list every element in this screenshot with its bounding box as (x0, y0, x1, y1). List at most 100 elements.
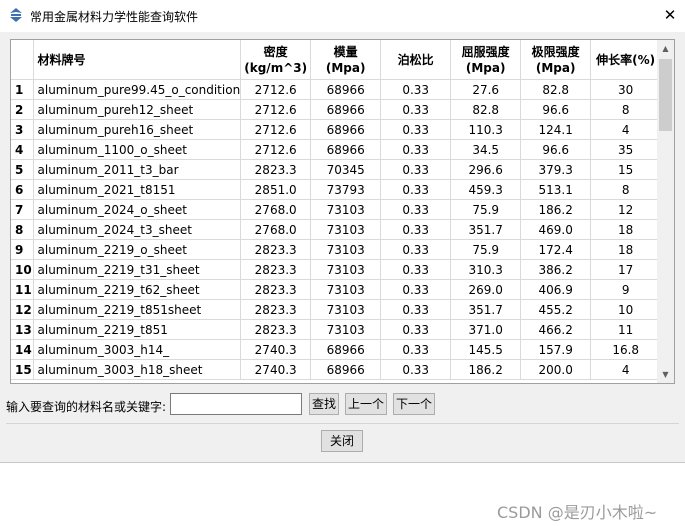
table-cell: aluminum_1100_o_sheet (33, 139, 242, 160)
table-cell: 12 (590, 199, 662, 220)
table-cell: 35 (590, 139, 662, 160)
column-header[interactable]: 泊松比 (380, 40, 452, 80)
table-cell: 18 (590, 219, 662, 240)
row-number: 10 (11, 259, 34, 280)
table-cell: 2851.0 (240, 179, 312, 200)
table-cell: 0.33 (380, 299, 452, 320)
table-row[interactable]: 7 aluminum_2024_o_sheet 2768.0 73103 0.33 75.… (11, 199, 662, 220)
scroll-down-arrow-icon[interactable]: ▼ (657, 366, 674, 383)
table-cell: 0.33 (380, 159, 452, 180)
table-cell: aluminum_2021_t8151 (33, 179, 242, 200)
table-cell: 0.33 (380, 279, 452, 300)
table-row[interactable]: 3 aluminum_pureh16_sheet 2712.6 68966 0.33 11… (11, 119, 662, 140)
table-cell: aluminum_2219_t62_sheet (33, 279, 242, 300)
table-cell: 2823.3 (240, 239, 312, 260)
table-row[interactable]: 4 aluminum_1100_o_sheet 2712.6 68966 0.33 34.… (11, 139, 662, 160)
column-header[interactable]: 极限强度 (Mpa) (520, 40, 592, 80)
materials-table[interactable]: 材料牌号 密度 (kg/m^3) 模量 (Mpa) 泊松比 屈服强度 (Mpa) 极限强度 (Mp… (10, 39, 675, 384)
table-cell: 172.4 (520, 239, 592, 260)
table-cell: aluminum_pureh16_sheet (33, 119, 242, 140)
table-cell: 82.8 (450, 99, 522, 120)
row-number: 8 (11, 219, 34, 240)
table-cell: 2823.3 (240, 299, 312, 320)
prev-button[interactable]: 上一个 (345, 393, 387, 415)
table-cell: 73103 (310, 319, 382, 340)
scroll-up-arrow-icon[interactable]: ▲ (657, 40, 674, 57)
column-header[interactable]: 屈服强度 (Mpa) (450, 40, 522, 80)
table-cell: 2712.6 (240, 119, 312, 140)
table-cell: 73103 (310, 199, 382, 220)
row-number: 12 (11, 299, 34, 320)
find-button[interactable]: 查找 (309, 393, 339, 415)
table-row[interactable]: 6 aluminum_2021_t8151 2851.0 73793 0.33 459.3… (11, 179, 662, 200)
table-cell: 4 (590, 119, 662, 140)
scroll-thumb[interactable] (659, 59, 672, 131)
table-cell: 34.5 (450, 139, 522, 160)
table-cell: 73103 (310, 219, 382, 240)
table-cell: 0.33 (380, 79, 452, 100)
table-cell: 110.3 (450, 119, 522, 140)
table-cell: 0.33 (380, 119, 452, 140)
table-row[interactable]: 14 aluminum_3003_h14_ 2740.3 68966 0.33 145.5… (11, 339, 662, 360)
column-header[interactable] (11, 40, 34, 80)
close-button[interactable]: 关闭 (321, 430, 363, 452)
table-cell: 27.6 (450, 79, 522, 100)
watermark: CSDN @是刃小木啦~ (497, 503, 658, 522)
column-header[interactable]: 模量 (Mpa) (310, 40, 382, 80)
table-row[interactable]: 10 aluminum_2219_t31_sheet 2823.3 73103 0.33… (11, 259, 662, 280)
vertical-scrollbar[interactable]: ▲ ▼ (657, 40, 674, 383)
table-cell: aluminum_3003_h18_sheet (33, 359, 242, 380)
table-cell: 0.33 (380, 99, 452, 120)
table-cell: 8 (590, 99, 662, 120)
table-cell: 379.3 (520, 159, 592, 180)
next-button[interactable]: 下一个 (393, 393, 435, 415)
table-cell: 513.1 (520, 179, 592, 200)
table-cell: 17 (590, 259, 662, 280)
table-cell: 73103 (310, 299, 382, 320)
table-row[interactable]: 12 aluminum_2219_t851sheet 2823.3 73103 0.33… (11, 299, 662, 320)
row-number: 6 (11, 179, 34, 200)
table-cell: 0.33 (380, 239, 452, 260)
table-row[interactable]: 15 aluminum_3003_h18_sheet 2740.3 68966 0.33… (11, 359, 662, 380)
table-cell: 269.0 (450, 279, 522, 300)
table-cell: 2740.3 (240, 359, 312, 380)
table-cell: 2823.3 (240, 259, 312, 280)
table-cell: 82.8 (520, 79, 592, 100)
column-header[interactable]: 密度 (kg/m^3) (240, 40, 312, 80)
table-cell: 186.2 (450, 359, 522, 380)
table-row[interactable]: 11 aluminum_2219_t62_sheet 2823.3 73103 0.33… (11, 279, 662, 300)
materials-grid: 材料牌号 密度 (kg/m^3) 模量 (Mpa) 泊松比 屈服强度 (Mpa) 极限强度 (Mp… (11, 40, 662, 380)
table-cell: aluminum_2219_t31_sheet (33, 259, 242, 280)
table-cell: 351.7 (450, 219, 522, 240)
title-bar: 常用金属材料力学性能查询软件 ✕ (0, 0, 685, 32)
table-cell: 124.1 (520, 119, 592, 140)
table-row[interactable]: 9 aluminum_2219_o_sheet 2823.3 73103 0.33 75.… (11, 239, 662, 260)
row-number: 13 (11, 319, 34, 340)
table-cell: 310.3 (450, 259, 522, 280)
table-cell: 296.6 (450, 159, 522, 180)
column-header[interactable]: 材料牌号 (33, 40, 242, 80)
table-row[interactable]: 1 aluminum_pure99.45_o_condition 2712.6 689… (11, 79, 662, 100)
table-row[interactable]: 2 aluminum_pureh12_sheet 2712.6 68966 0.33 82… (11, 99, 662, 120)
table-row[interactable]: 8 aluminum_2024_t3_sheet 2768.0 73103 0.33 35… (11, 219, 662, 240)
table-row[interactable]: 5 aluminum_2011_t3_bar 2823.3 70345 0.33 296.… (11, 159, 662, 180)
close-icon[interactable]: ✕ (655, 0, 685, 30)
table-cell: 455.2 (520, 299, 592, 320)
table-cell: 2712.6 (240, 79, 312, 100)
table-cell: 4 (590, 359, 662, 380)
table-cell: 73103 (310, 259, 382, 280)
table-cell: 0.33 (380, 219, 452, 240)
search-input[interactable] (170, 393, 302, 415)
table-cell: 466.2 (520, 319, 592, 340)
row-number: 15 (11, 359, 34, 380)
table-cell: 68966 (310, 79, 382, 100)
table-cell: 16.8 (590, 339, 662, 360)
app-window: 常用金属材料力学性能查询软件 ✕ 材料牌号 密度 (kg/m^3) 模量 (Mpa) 泊松… (0, 0, 685, 463)
table-cell: 2823.3 (240, 159, 312, 180)
table-cell: 2823.3 (240, 319, 312, 340)
table-row[interactable]: 13 aluminum_2219_t851 2823.3 73103 0.33 371.0… (11, 319, 662, 340)
column-header[interactable]: 伸长率(%) (590, 40, 662, 80)
window-title: 常用金属材料力学性能查询软件 (30, 10, 199, 24)
table-cell: 2712.6 (240, 99, 312, 120)
table-cell: 18 (590, 239, 662, 260)
